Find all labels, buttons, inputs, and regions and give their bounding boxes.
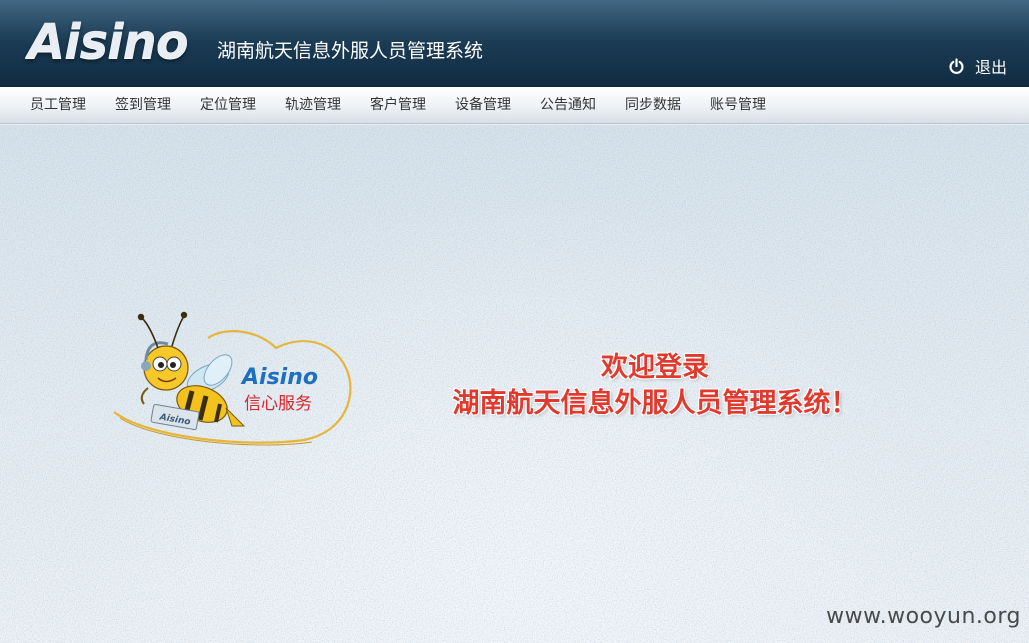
watermark: www.wooyun.org (826, 604, 1021, 629)
welcome-line-2: 湖南航天信息外服人员管理系统！ (452, 388, 858, 419)
nav-item-checkin-management[interactable]: 签到管理 (115, 87, 171, 124)
welcome-message: 欢迎登录 湖南航天信息外服人员管理系统！ (400, 350, 910, 422)
header-bar: Aisino 湖南航天信息外服人员管理系统 退出 (0, 0, 1029, 87)
nav-item-account-management[interactable]: 账号管理 (710, 87, 766, 124)
logo-text: Aisino (28, 14, 189, 70)
app-page: Aisino 湖南航天信息外服人员管理系统 退出 员工管理 签到管理 定位管理 … (0, 0, 1029, 643)
nav-item-track-management[interactable]: 轨迹管理 (285, 87, 341, 124)
app-title: 湖南航天信息外服人员管理系统 (217, 40, 484, 62)
nav-item-announcements[interactable]: 公告通知 (540, 87, 596, 124)
mascot-brand-text: Aisino (240, 365, 318, 390)
aisino-logo: Aisino (28, 12, 189, 72)
nav-item-sync-data[interactable]: 同步数据 (625, 87, 681, 124)
nav-item-employee-management[interactable]: 员工管理 (30, 87, 86, 124)
logout-button[interactable]: 退出 (948, 54, 1007, 78)
bee-mascot-logo: Aisino Aisino 信心服务 (113, 311, 352, 446)
nav-item-device-management[interactable]: 设备管理 (455, 87, 511, 124)
power-icon (949, 57, 964, 74)
nav-item-customer-management[interactable]: 客户管理 (370, 87, 426, 124)
welcome-line-1: 欢迎登录 (601, 352, 709, 383)
nav-item-location-management[interactable]: 定位管理 (200, 87, 256, 124)
mascot-slogan-text: 信心服务 (244, 394, 312, 414)
logout-label: 退出 (974, 58, 1007, 77)
welcome-panel: Aisino Aisino 信心服务 欢迎登录 湖南航天信息外服人员管理系统！ … (0, 125, 1029, 643)
main-nav: 员工管理 签到管理 定位管理 轨迹管理 客户管理 设备管理 公告通知 同步数据 … (0, 87, 1029, 124)
